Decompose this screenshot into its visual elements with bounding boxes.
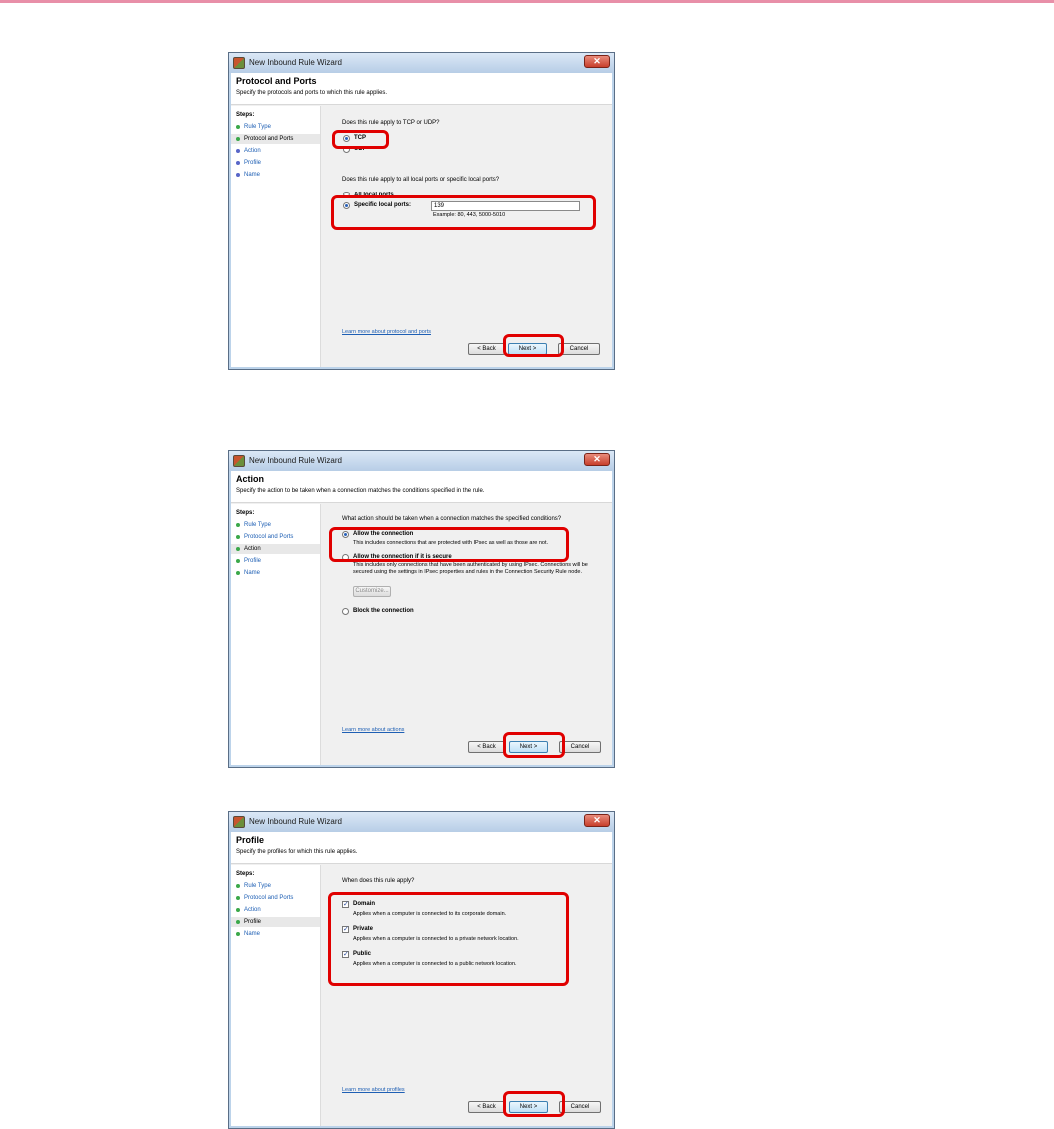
step-label: Name (244, 570, 261, 576)
allow-secure-description: This includes only connections that have… (353, 562, 588, 575)
step-done-icon (236, 125, 240, 129)
customize-button[interactable]: Customize... (353, 586, 391, 597)
page-title: Action (236, 474, 264, 484)
block-label: Block the connection (353, 608, 414, 614)
step-name[interactable]: Name (231, 568, 320, 578)
step-done-icon (236, 523, 240, 527)
step-label: Action (244, 546, 261, 552)
steps-sidebar: Steps: Rule Type Protocol and Ports Acti… (231, 865, 321, 1126)
action-question: What action should be taken when a conne… (342, 516, 562, 522)
firewall-app-icon (233, 57, 245, 69)
highlight-next (503, 334, 564, 357)
page-subtitle: Specify the protocols and ports to which… (236, 90, 388, 96)
step-rule-type[interactable]: Rule Type (231, 122, 320, 132)
step-done-icon (236, 908, 240, 912)
wizard-window-action: New Inbound Rule Wizard ✕ Action Specify… (228, 450, 615, 768)
ports-question: Does this rule apply to all local ports … (342, 177, 500, 183)
back-button[interactable]: < Back (468, 741, 505, 753)
top-divider (0, 0, 1054, 3)
step-pending-icon (236, 149, 240, 153)
step-label: Name (244, 172, 261, 178)
step-label: Name (244, 931, 261, 937)
profile-question: When does this rule apply? (342, 878, 415, 884)
step-label: Action (244, 148, 261, 154)
firewall-app-icon (233, 455, 245, 467)
title-bar[interactable]: New Inbound Rule Wizard ✕ (229, 451, 614, 471)
step-protocol-ports[interactable]: Protocol and Ports (231, 532, 320, 542)
step-label: Protocol and Ports (244, 895, 294, 901)
step-label: Protocol and Ports (244, 136, 294, 142)
step-done-icon (236, 896, 240, 900)
step-label: Profile (244, 160, 262, 166)
close-icon[interactable]: ✕ (584, 55, 610, 68)
step-pending-icon (236, 161, 240, 165)
step-label: Rule Type (244, 124, 271, 130)
highlight-allow-connection (329, 527, 569, 562)
window-title: New Inbound Rule Wizard (249, 817, 342, 826)
wizard-client-area: Action Specify the action to be taken wh… (231, 471, 612, 765)
step-profile[interactable]: Profile (231, 556, 320, 566)
steps-sidebar: Steps: Rule Type Protocol and Ports Acti… (231, 106, 321, 367)
step-name[interactable]: Name (231, 929, 320, 939)
step-pending-icon (236, 571, 240, 575)
close-icon[interactable]: ✕ (584, 814, 610, 827)
highlight-specific-ports (331, 195, 596, 230)
step-label: Rule Type (244, 522, 271, 528)
back-button[interactable]: < Back (468, 1101, 505, 1113)
step-name[interactable]: Name (231, 170, 320, 180)
wizard-header: Protocol and Ports Specify the protocols… (231, 73, 612, 105)
page-title: Protocol and Ports (236, 76, 317, 86)
step-protocol-ports[interactable]: Protocol and Ports (231, 893, 320, 903)
steps-sidebar: Steps: Rule Type Protocol and Ports Acti… (231, 504, 321, 765)
learn-more-link[interactable]: Learn more about protocol and ports (342, 329, 431, 335)
steps-title: Steps: (236, 871, 255, 877)
step-done-icon (236, 884, 240, 888)
cancel-button[interactable]: Cancel (558, 343, 600, 355)
firewall-app-icon (233, 816, 245, 828)
step-done-icon (236, 535, 240, 539)
step-pending-icon (236, 173, 240, 177)
highlight-tcp (332, 130, 389, 149)
wizard-header: Profile Specify the profiles for which t… (231, 832, 612, 864)
step-rule-type[interactable]: Rule Type (231, 520, 320, 530)
title-bar[interactable]: New Inbound Rule Wizard ✕ (229, 53, 614, 73)
step-protocol-ports[interactable]: Protocol and Ports (231, 134, 320, 144)
cancel-button[interactable]: Cancel (559, 1101, 601, 1113)
learn-more-link[interactable]: Learn more about profiles (342, 1087, 405, 1093)
steps-title: Steps: (236, 510, 255, 516)
block-radio[interactable] (342, 608, 349, 615)
step-profile[interactable]: Profile (231, 917, 320, 927)
step-action[interactable]: Action (231, 905, 320, 915)
wizard-header: Action Specify the action to be taken wh… (231, 471, 612, 503)
step-action[interactable]: Action (231, 146, 320, 156)
close-icon[interactable]: ✕ (584, 453, 610, 466)
protocol-question: Does this rule apply to TCP or UDP? (342, 120, 440, 126)
back-button[interactable]: < Back (468, 343, 505, 355)
title-bar[interactable]: New Inbound Rule Wizard ✕ (229, 812, 614, 832)
window-title: New Inbound Rule Wizard (249, 58, 342, 67)
step-label: Protocol and Ports (244, 534, 294, 540)
step-profile[interactable]: Profile (231, 158, 320, 168)
cancel-button[interactable]: Cancel (559, 741, 601, 753)
step-action[interactable]: Action (231, 544, 320, 554)
learn-more-link[interactable]: Learn more about actions (342, 727, 404, 733)
step-pending-icon (236, 932, 240, 936)
step-label: Profile (244, 558, 262, 564)
page-subtitle: Specify the profiles for which this rule… (236, 849, 358, 855)
step-label: Action (244, 907, 261, 913)
step-current-icon (236, 137, 240, 141)
page-subtitle: Specify the action to be taken when a co… (236, 488, 485, 494)
page-title: Profile (236, 835, 265, 845)
step-rule-type[interactable]: Rule Type (231, 881, 320, 891)
step-pending-icon (236, 559, 240, 563)
highlight-next (503, 732, 565, 758)
highlight-profiles (328, 892, 569, 986)
step-current-icon (236, 547, 240, 551)
step-current-icon (236, 920, 240, 924)
highlight-next (503, 1091, 565, 1117)
step-label: Profile (244, 919, 262, 925)
window-title: New Inbound Rule Wizard (249, 456, 342, 465)
step-label: Rule Type (244, 883, 271, 889)
steps-title: Steps: (236, 112, 255, 118)
